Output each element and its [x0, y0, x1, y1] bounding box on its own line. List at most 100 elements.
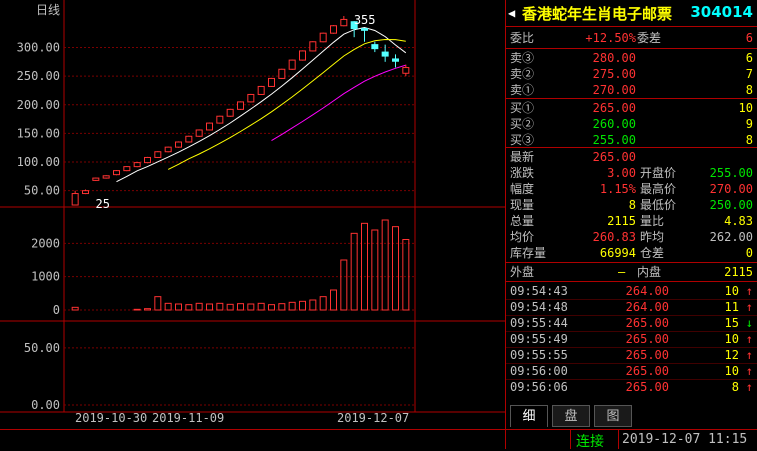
inner-outer-row: 外盘 — 内盘 2115	[510, 265, 753, 279]
bid-row: 买① 265.00 10	[510, 101, 753, 115]
ask-row: 卖② 275.00 7	[510, 67, 753, 81]
volume-tick-label: 0	[53, 303, 60, 317]
volume-bar	[154, 296, 162, 311]
tab-orderbook[interactable]: 盘	[552, 405, 590, 427]
price-tick-label: 300.00	[17, 41, 60, 55]
volume-bar	[340, 259, 348, 311]
volume-bar	[278, 303, 286, 311]
volume-bar	[299, 300, 306, 311]
date-label: 2019-11-09	[152, 411, 224, 425]
volume-bar	[206, 303, 213, 311]
ma-line-10	[167, 38, 406, 170]
candle-body	[288, 59, 296, 70]
candle-body	[402, 67, 410, 74]
candle-body	[175, 141, 182, 148]
date-label: 2019-10-30	[75, 411, 147, 425]
volume-bar	[330, 289, 337, 311]
candle-body	[392, 58, 399, 62]
price-tick-label: 250.00	[17, 69, 60, 83]
volume-bar	[71, 306, 79, 311]
tick-row: 09:55:44 265.00 15 ↓	[510, 316, 753, 330]
volume-bar	[133, 308, 141, 311]
candle-body	[206, 122, 213, 131]
volume-bar	[309, 299, 317, 311]
volume-bar	[185, 304, 193, 311]
datetime: 2019-12-07 11:15	[622, 432, 748, 447]
price-tick-label: 200.00	[17, 98, 60, 112]
price-tick-label: 100.00	[17, 155, 60, 169]
indicator-tick-label: 0.00	[31, 398, 60, 412]
tick-row: 09:55:55 265.00 12 ↑	[510, 348, 753, 362]
volume-tick-label: 1000	[31, 270, 60, 284]
tab-detail[interactable]: 细	[510, 405, 548, 427]
volume-bar	[257, 302, 265, 311]
candle-body	[268, 77, 275, 87]
candle-body	[361, 28, 368, 31]
latest-row: 最新 265.00	[510, 150, 636, 164]
bid-row: 买② 260.00 9	[510, 117, 753, 131]
candle-body	[340, 18, 348, 27]
date-label: 2019-12-07	[337, 411, 409, 425]
candle-body	[92, 177, 100, 181]
security-name: 香港蛇年生肖电子邮票	[522, 5, 673, 23]
title-bar: ◀ 香港蛇年生肖电子邮票 304014	[506, 0, 757, 27]
candle-body	[226, 108, 234, 117]
volume-bar	[195, 302, 203, 311]
volume-bar	[175, 303, 182, 311]
volume-bar	[216, 302, 224, 311]
tab-chart[interactable]: 图	[594, 405, 632, 427]
volume-bar	[371, 229, 379, 311]
bid-row: 买③ 255.00 8	[510, 133, 753, 147]
volume-bar	[402, 239, 410, 311]
status-bar: 连接 2019-12-07 11:15	[0, 429, 757, 451]
ask-row: 卖① 270.00 8	[510, 83, 753, 97]
candle-body	[257, 85, 265, 95]
tick-row: 09:56:00 265.00 10 ↑	[510, 364, 753, 378]
min-price-label: 25	[96, 197, 110, 211]
volume-bar	[144, 308, 151, 311]
candle-body	[216, 115, 224, 124]
candle-body	[82, 190, 89, 195]
candle-body	[71, 193, 79, 206]
volume-bar	[319, 296, 327, 311]
candle-body	[309, 41, 317, 52]
max-price-label: 355	[354, 13, 376, 27]
tick-row: 09:56:06 265.00 8 ↑	[510, 380, 753, 394]
candle-body	[247, 93, 255, 103]
order-ratio-row: 委比 +12.50% 委差 6	[510, 31, 753, 45]
candle-body	[381, 51, 389, 57]
candle-body	[195, 129, 203, 137]
candle-body	[278, 68, 286, 79]
candle-body	[123, 166, 131, 172]
candle-body	[371, 44, 379, 50]
prev-security-icon[interactable]: ◀	[508, 6, 515, 20]
volume-bar	[237, 303, 244, 311]
volume-tick-label: 2000	[31, 236, 60, 250]
tick-row: 09:54:48 264.00 11 ↑	[510, 300, 753, 314]
cur-row: 现量 8 最低价 250.00	[510, 198, 753, 212]
candle-body	[164, 146, 172, 153]
tick-row: 09:55:49 265.00 10 ↑	[510, 332, 753, 346]
candle-body	[154, 151, 162, 158]
volume-bar	[392, 226, 399, 311]
pct-row: 幅度 1.15% 最高价 270.00	[510, 182, 753, 196]
volume-bar	[247, 303, 255, 311]
avg-row: 均价 260.83 昨均 262.00	[510, 230, 753, 244]
panel-tabs: 细 盘 图	[506, 403, 757, 429]
candle-body	[237, 101, 244, 110]
quote-panel: ◀ 香港蛇年生肖电子邮票 304014 委比 +12.50% 委差 6 外盘 —…	[505, 0, 757, 429]
candle-body	[113, 170, 120, 176]
ask-row: 卖③ 280.00 6	[510, 51, 753, 65]
kline-chart[interactable]: 日线300.00250.00200.00150.00100.0050.00355…	[0, 0, 505, 429]
change-row: 涨跌 3.00 开盘价 255.00	[510, 166, 753, 180]
connection-status[interactable]: 连接	[576, 431, 604, 451]
candle-body	[144, 156, 151, 164]
security-code: 304014	[690, 3, 753, 21]
volume-bar	[268, 304, 275, 311]
price-tick-label: 50.00	[24, 184, 60, 198]
candle-body	[102, 175, 110, 179]
tick-row: 09:54:43 264.00 10 ↑	[510, 284, 753, 298]
vol-row: 总量 2115 量比 4.83	[510, 214, 753, 228]
volume-bar	[361, 222, 368, 311]
indicator-tick-label: 50.00	[24, 341, 60, 355]
